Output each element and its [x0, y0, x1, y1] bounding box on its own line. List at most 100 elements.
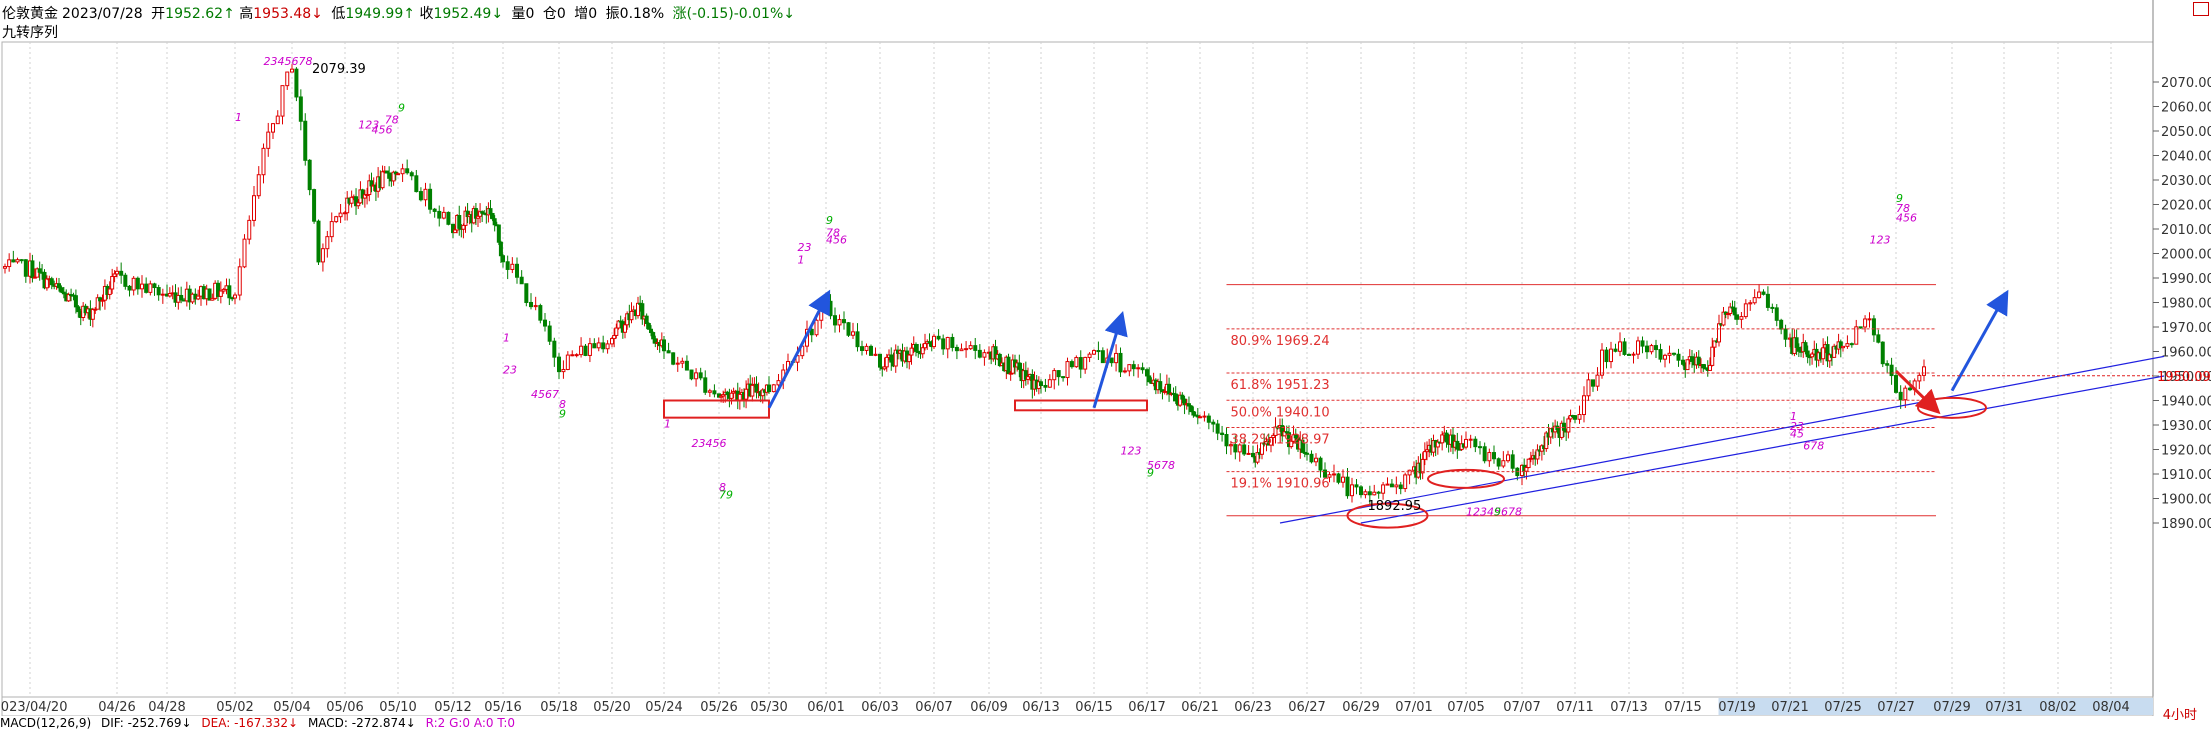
candle-body: [148, 283, 153, 293]
candle-body: [396, 173, 400, 176]
candle-body: [1743, 303, 1748, 318]
candle-body: [964, 348, 969, 351]
td-sequence-label: 123: [1121, 444, 1142, 457]
candle-body: [570, 354, 575, 357]
candle-body: [1752, 297, 1757, 304]
candle-body: [1180, 394, 1185, 400]
candle-body: [423, 188, 428, 201]
candle-body: [878, 353, 882, 368]
date-tick-label: 04/26: [98, 700, 135, 715]
td-sequence-label: 9: [559, 408, 566, 421]
date-tick-label: 06/01: [807, 700, 844, 715]
forecast-arrow-up: [1950, 289, 2009, 392]
candle-body: [1087, 353, 1092, 358]
candle-body: [242, 238, 247, 268]
candle-body: [592, 343, 597, 349]
candle-body: [855, 331, 860, 348]
price-tick-label: 1990.00: [2161, 272, 2211, 287]
candle-body: [828, 300, 833, 317]
candle-body: [1336, 473, 1341, 483]
candle-body: [1885, 363, 1890, 366]
candle-body: [694, 372, 699, 380]
candle-body: [1858, 326, 1863, 329]
candle-body: [1863, 318, 1868, 328]
candle-body: [1618, 341, 1622, 352]
candle-body: [107, 288, 112, 295]
date-tick-label: 08/02: [2039, 700, 2076, 715]
candle-body: [144, 283, 149, 293]
candle-body: [1663, 354, 1667, 360]
candle-body: [19, 259, 24, 262]
candle-body: [1876, 334, 1881, 343]
date-tick-label: 07/27: [1877, 700, 1914, 715]
candle-body: [1770, 306, 1775, 309]
candle-body: [3, 266, 7, 269]
fib-level-label: 38.2% 1928.97: [1231, 433, 1330, 448]
candle-body: [1047, 379, 1052, 388]
candle-body: [601, 342, 606, 350]
candle-body: [11, 259, 16, 263]
candle-body: [623, 324, 627, 333]
candle-body: [73, 295, 78, 308]
candle-body: [932, 335, 936, 348]
candle-body: [646, 323, 651, 330]
consolidation-box: [663, 399, 770, 419]
candle-body: [909, 347, 914, 356]
candle-body: [1191, 411, 1196, 416]
candle-body: [684, 360, 689, 371]
candle-body: [131, 277, 136, 291]
candle-body: [557, 356, 561, 373]
date-tick-label: 06/03: [861, 700, 898, 715]
candle-body: [1526, 458, 1531, 469]
candle-body: [1394, 484, 1399, 488]
candle-body: [1039, 381, 1043, 386]
date-tick-label: 07/21: [1771, 700, 1808, 715]
price-tick-label: 1930.00: [2161, 419, 2211, 434]
candle-body: [1136, 367, 1141, 370]
candle-body: [1761, 291, 1766, 295]
candle-body: [1118, 352, 1123, 373]
candle-body: [596, 342, 601, 349]
candle-body: [945, 336, 950, 350]
timeframe-label[interactable]: 4小时: [2163, 704, 2197, 723]
candle-body: [1917, 374, 1922, 382]
candle-body: [1403, 474, 1408, 490]
candle-body: [583, 345, 588, 356]
candle-body: [1083, 356, 1088, 370]
candle-body: [1359, 486, 1363, 496]
td-sequence-label: 9: [1494, 506, 1501, 519]
candle-body: [135, 277, 140, 290]
candle-body: [285, 71, 290, 87]
candle-body: [651, 332, 656, 340]
candle-body: [1561, 422, 1566, 431]
candle-body: [334, 216, 339, 223]
macd-value: MACD: -272.874↓: [307, 716, 416, 730]
candle-body: [524, 283, 529, 303]
candle-body: [1908, 387, 1912, 391]
candle-body: [833, 315, 837, 326]
candle-body: [1622, 341, 1627, 355]
macd-readout: MACD(12,26,9) DIF: -252.769↓ DEA: -167.3…: [0, 716, 2160, 730]
candle-body: [884, 356, 889, 368]
td-sequence-label: 23: [798, 241, 812, 254]
date-tick-label: 06/15: [1075, 700, 1112, 715]
candle-body: [605, 343, 610, 350]
candle-body: [380, 171, 385, 189]
candle-body: [771, 384, 776, 393]
candle-body: [227, 285, 232, 299]
candle-body: [271, 123, 275, 133]
date-tick-label: 07/25: [1824, 700, 1861, 715]
date-tick-label: 07/19: [1718, 700, 1755, 715]
candle-body: [1198, 416, 1202, 419]
candle-body: [1215, 423, 1220, 434]
candle-body: [1894, 375, 1898, 393]
candle-body: [1420, 458, 1425, 474]
candle-body: [703, 377, 708, 393]
date-tick-label: 2023/04/20: [0, 700, 67, 715]
td-sequence-label: 1: [235, 111, 242, 124]
candlestick-chart[interactable]: 2070.00 2060.00 2050.00 2040.00 2030.00 2020.…: [0, 0, 2211, 716]
date-tick-label: 06/21: [1181, 700, 1218, 715]
candle-body: [1407, 469, 1412, 476]
candle-body: [261, 147, 266, 176]
candle-body: [1314, 457, 1318, 463]
